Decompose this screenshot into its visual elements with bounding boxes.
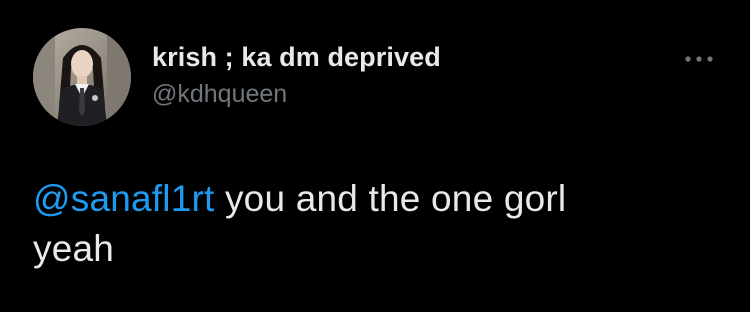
user-handle[interactable]: @kdhqueen xyxy=(152,80,287,109)
tweet-text-line2: yeah xyxy=(33,228,115,269)
profile-photo-icon xyxy=(33,28,131,126)
avatar[interactable] xyxy=(33,28,131,126)
tweet-text: @sanafl1rt you and the one gorl yeah xyxy=(33,174,723,274)
display-name[interactable]: krish ; ka dm deprived xyxy=(152,42,441,73)
mention-link[interactable]: @sanafl1rt xyxy=(33,178,214,219)
more-horizontal-icon[interactable] xyxy=(682,52,716,66)
tweet-card: krish ; ka dm deprived @kdhqueen @sanafl… xyxy=(0,0,750,312)
tweet-text-line1: you and the one gorl xyxy=(214,178,567,219)
